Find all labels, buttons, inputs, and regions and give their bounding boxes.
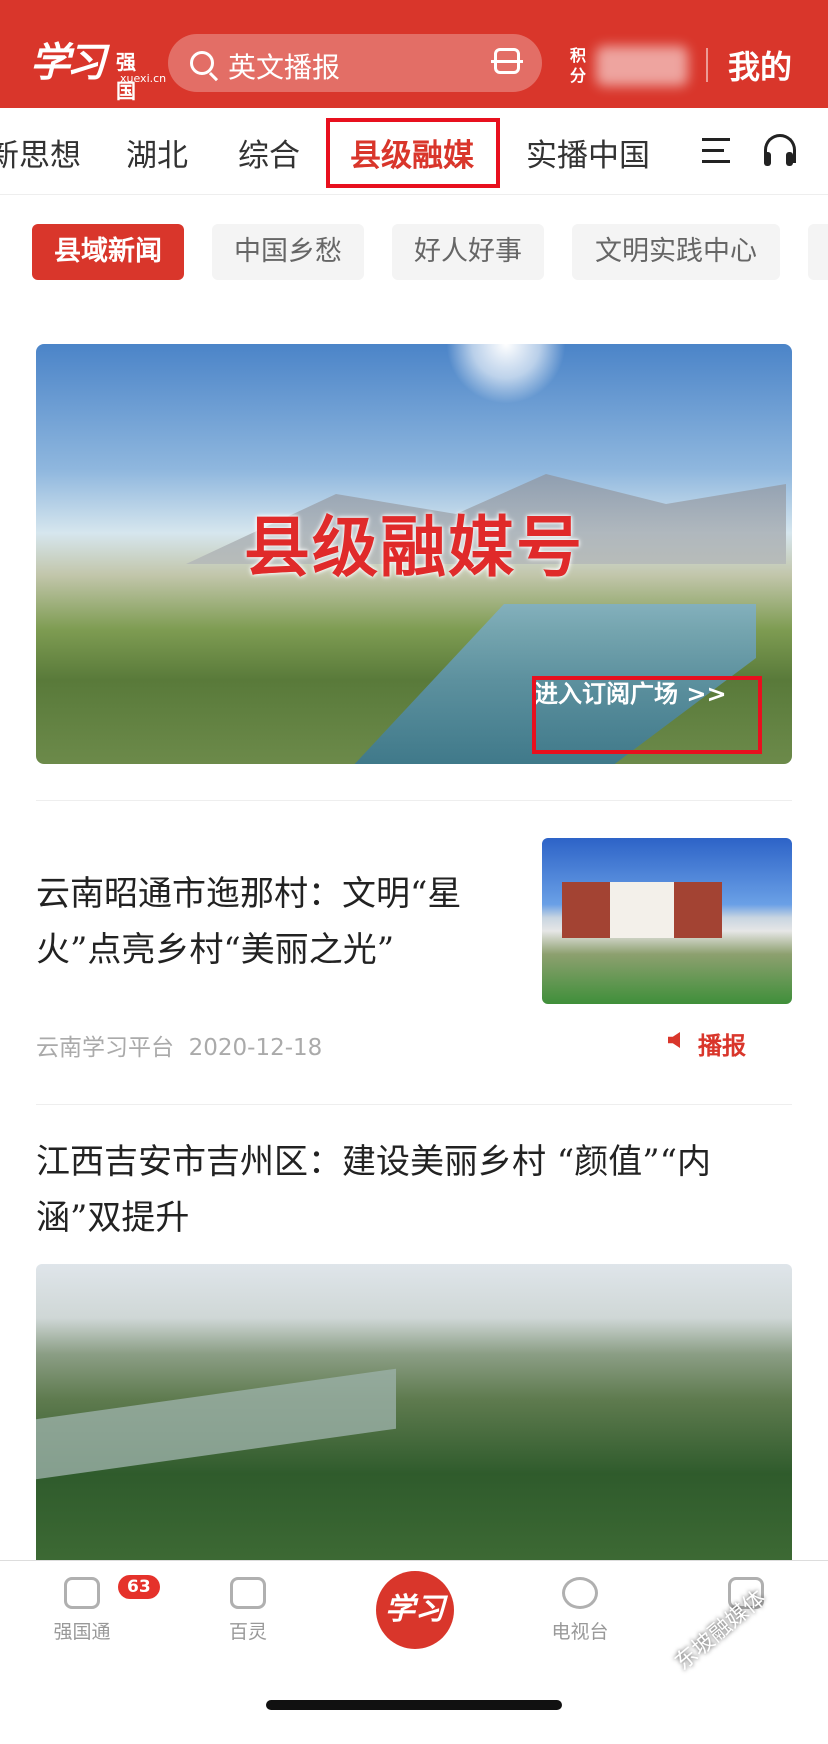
xuexi-logo[interactable]: 学习 强国 xuexi.cn — [30, 30, 166, 103]
subtab-civilization-center[interactable]: 文明实践中心 — [572, 224, 780, 280]
logo-main-text: 学习 — [30, 39, 106, 86]
article-thumbnail[interactable] — [542, 838, 792, 1004]
video-icon — [230, 1577, 266, 1609]
article-meta: 云南学习平台 2020-12-18 — [36, 1028, 322, 1062]
search-placeholder: 英文播报 — [228, 51, 341, 84]
channel-tabs: 新思想 湖北 综合 县级融媒 实播中国 — [0, 108, 828, 195]
highlight-box-banner — [532, 676, 762, 754]
banner-title: 县级融媒号 — [244, 508, 584, 586]
broadcast-label: 播报 — [698, 1032, 746, 1060]
menu-icon[interactable] — [702, 138, 730, 164]
article-title[interactable]: 云南昭通市迤那村：文明“星火”点亮乡村“美丽之光” — [36, 866, 516, 978]
tab-label: 电视台 — [551, 1621, 609, 1643]
logo-domain-text: xuexi.cn — [120, 72, 167, 85]
subtab-good-people[interactable]: 好人好事 — [392, 224, 544, 280]
app-header: 学习 强国 xuexi.cn 英文播报 积分 我的 — [0, 0, 828, 108]
play-icon — [562, 1577, 598, 1609]
divider — [36, 800, 792, 801]
speaker-icon — [668, 1032, 680, 1048]
subtab-more[interactable] — [808, 224, 828, 280]
xuexi-center-button[interactable]: 学习 — [376, 1571, 454, 1649]
tab-qiangguotong[interactable]: 63 强国通 — [22, 1575, 160, 1644]
article-source: 云南学习平台 — [36, 1035, 174, 1061]
school-building — [562, 882, 722, 938]
article-title[interactable]: 江西吉安市吉州区：建设美丽乡村 “颜值”“内涵”双提升 — [36, 1134, 796, 1246]
broadcast-button[interactable]: 播报 — [668, 1026, 746, 1061]
points-label: 积分 — [570, 46, 587, 85]
headphone-icon[interactable] — [764, 134, 796, 168]
search-bar[interactable]: 英文播报 — [168, 34, 542, 92]
chat-icon — [64, 1577, 100, 1609]
tab-shibo-china[interactable]: 实播中国 — [526, 130, 650, 175]
tab-zonghe[interactable]: 综合 — [238, 130, 300, 175]
tab-tv[interactable]: 电视台 — [520, 1577, 640, 1644]
tab-xinsixiang[interactable]: 新思想 — [0, 130, 81, 175]
highlight-box-tab — [326, 118, 500, 188]
tab-bailing[interactable]: 百灵 — [188, 1577, 308, 1644]
banner-sun — [446, 344, 566, 404]
article-date: 2020-12-18 — [188, 1035, 323, 1061]
tab-label: 强国通 — [53, 1621, 111, 1643]
search-icon — [190, 51, 214, 75]
home-indicator[interactable] — [266, 1700, 562, 1710]
river-shape — [36, 1368, 396, 1480]
tab-hubei[interactable]: 湖北 — [126, 130, 188, 175]
points-value-blurred[interactable] — [596, 46, 688, 86]
subtab-county-news[interactable]: 县域新闻 — [32, 224, 184, 280]
notification-badge: 63 — [118, 1575, 160, 1599]
subtab-china-nostalgia[interactable]: 中国乡愁 — [212, 224, 364, 280]
header-divider — [706, 48, 708, 82]
mine-button[interactable]: 我的 — [728, 42, 792, 88]
tab-label: 百灵 — [228, 1621, 267, 1643]
divider — [36, 1104, 792, 1105]
article-image[interactable] — [36, 1264, 792, 1564]
scan-icon[interactable] — [491, 48, 523, 74]
